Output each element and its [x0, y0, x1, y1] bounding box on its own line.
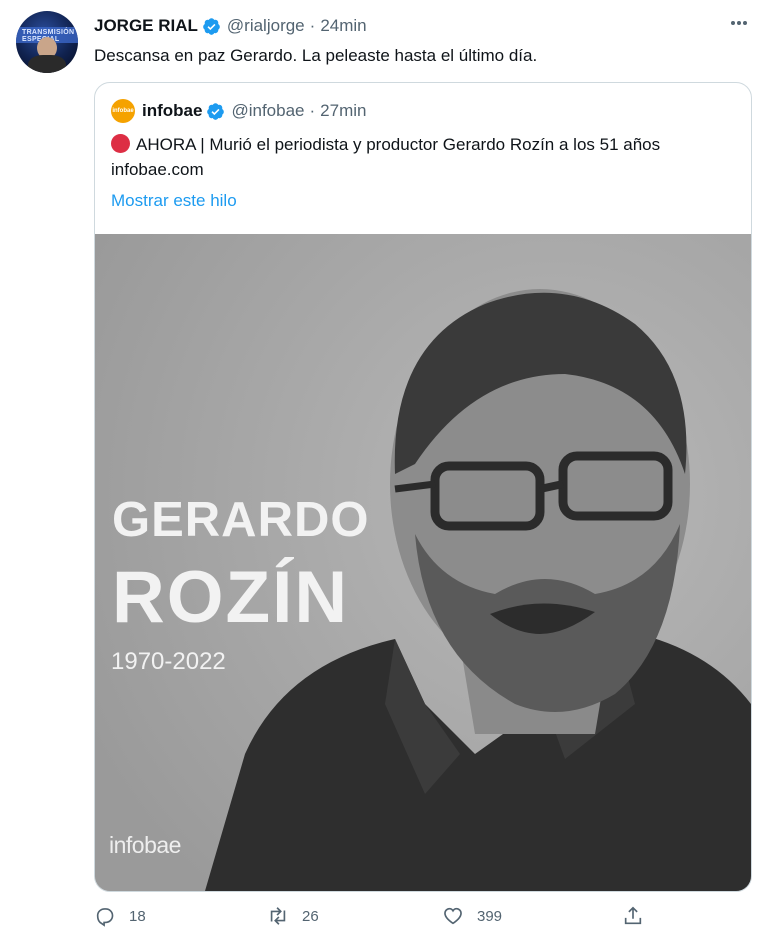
quoted-tweet-card[interactable]: infobae infobae @infobae · 27min AHORA |… [94, 82, 752, 892]
more-options-icon[interactable] [729, 17, 749, 33]
quoted-timestamp[interactable]: 27min [320, 101, 366, 121]
verified-badge-icon [203, 17, 220, 35]
like-button[interactable]: 399 [442, 905, 502, 927]
author-name[interactable]: JORGE RIAL [94, 16, 198, 36]
like-count: 399 [477, 907, 503, 925]
headline-first-name: GERARDO [112, 493, 370, 547]
headline-last-name: ROZÍN [112, 557, 350, 638]
author-handle[interactable]: @rialjorge [227, 16, 305, 36]
reply-count: 18 [129, 907, 146, 925]
quoted-author-handle[interactable]: @infobae [231, 101, 304, 121]
tweet-header: JORGE RIAL @rialjorge · 24min [94, 15, 367, 37]
verified-badge-icon [207, 102, 225, 120]
quoted-tweet-body: AHORA | Murió el periodista y productor … [111, 135, 661, 179]
quoted-tweet-text: AHORA | Murió el periodista y productor … [111, 132, 731, 182]
share-button[interactable] [622, 905, 657, 927]
tweet-actions-bar: 18 26 399 [94, 905, 654, 935]
tweet-text: Descansa en paz Gerardo. La peleaste has… [94, 46, 538, 65]
quoted-avatar-logo-text: infobae [112, 108, 134, 114]
share-icon [624, 906, 642, 925]
author-avatar[interactable]: TRANSMISIÓN ESPECIAL [16, 11, 78, 73]
reply-icon [96, 908, 114, 927]
quoted-tweet-image[interactable]: GERARDO ROZÍN 1970-2022 infobae [95, 234, 751, 891]
separator-dot: · [309, 101, 316, 120]
retweet-icon [270, 907, 286, 925]
red-circle-emoji-icon [111, 134, 130, 153]
quoted-author-name[interactable]: infobae [142, 101, 202, 121]
retweet-count: 26 [302, 907, 319, 925]
quoted-author-avatar[interactable]: infobae [111, 99, 135, 123]
quoted-tweet-header: infobae infobae @infobae · 27min [111, 99, 366, 123]
reply-button[interactable]: 18 [94, 905, 146, 927]
headline-years: 1970-2022 [111, 648, 226, 675]
avatar-shoulders [28, 55, 66, 73]
separator-dot: · [309, 16, 316, 35]
show-thread-link[interactable]: Mostrar este hilo [111, 191, 237, 211]
like-icon [444, 907, 462, 925]
retweet-button[interactable]: 26 [267, 905, 319, 927]
infobae-watermark: infobae [109, 832, 181, 858]
tweet-timestamp[interactable]: 24min [320, 16, 366, 36]
